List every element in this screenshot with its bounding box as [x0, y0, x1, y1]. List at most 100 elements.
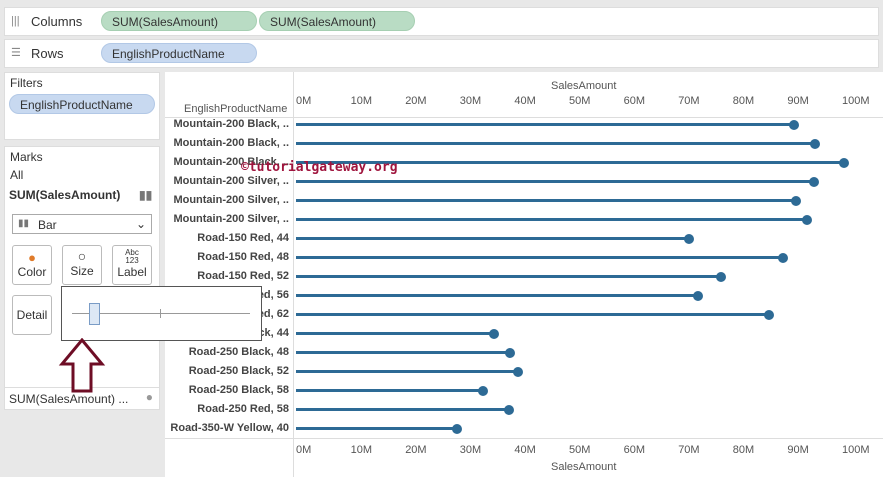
columns-pill-1[interactable]: SUM(SalesAmount) [101, 11, 257, 31]
lollipop-dot[interactable] [802, 214, 813, 225]
columns-shelf[interactable]: ||| Columns SUM(SalesAmount) SUM(SalesAm… [4, 7, 879, 36]
x-tick-top: 30M [459, 95, 482, 107]
x-tick-bottom: 50M [569, 444, 591, 456]
marks-all-tab[interactable]: All [10, 168, 23, 182]
color-icon: ● [28, 250, 36, 265]
filter-pill[interactable]: EnglishProductName [9, 94, 155, 114]
lollipop-dot[interactable] [692, 290, 703, 301]
lollipop-stem[interactable] [296, 408, 509, 411]
arrow-up-icon [58, 338, 106, 393]
rows-shelf[interactable]: ☰ Rows EnglishProductName [4, 39, 879, 68]
x-tick-bottom: 30M [459, 444, 482, 456]
x-tick-top: 70M [678, 95, 700, 107]
detail-label: Detail [16, 308, 48, 322]
lollipop-stem[interactable] [296, 313, 769, 316]
lollipop-dot[interactable] [839, 157, 850, 168]
label-label: Label [117, 265, 147, 279]
lollipop-stem[interactable] [296, 427, 458, 430]
marks-title: Marks [10, 150, 43, 164]
slider-mid-tick [160, 309, 161, 318]
lollipop-dot[interactable] [763, 309, 774, 320]
lollipop-dot[interactable] [791, 195, 802, 206]
lollipop-dot[interactable] [778, 252, 789, 263]
size-circles-icon: ● [145, 390, 153, 404]
row-header: EnglishProductName [184, 103, 288, 115]
lollipop-stem[interactable] [296, 351, 511, 354]
x-tick-bottom: 20M [405, 444, 427, 456]
color-label: Color [17, 265, 47, 279]
chart-area: SalesAmount SalesAmount EnglishProductNa… [165, 72, 883, 477]
filters-card: Filters EnglishProductName [4, 72, 160, 140]
x-tick-bottom: 60M [623, 444, 645, 456]
row-label: Road-250 Black, 58 [188, 384, 289, 396]
columns-pill-2[interactable]: SUM(SalesAmount) [259, 11, 415, 31]
x-tick-top: 80M [732, 95, 755, 107]
x-tick-bottom: 90M [787, 444, 809, 456]
x-tick-top: 20M [405, 95, 427, 107]
x-tick-top: 0M [296, 95, 312, 107]
size-slider-popup [61, 286, 262, 341]
row-label: Road-150 Red, 52 [197, 270, 289, 282]
lollipop-stem[interactable] [296, 180, 815, 183]
lollipop-stem[interactable] [296, 389, 483, 392]
lollipop-dot[interactable] [684, 233, 695, 244]
row-label: Road-350-W Yellow, 40 [170, 422, 289, 434]
lollipop-stem[interactable] [296, 332, 495, 335]
x-tick-bottom: 80M [732, 444, 755, 456]
lollipop-stem[interactable] [296, 294, 698, 297]
size-button[interactable]: ○ Size [62, 245, 102, 285]
lollipop-dot[interactable] [477, 385, 488, 396]
x-tick-bottom: 10M [350, 444, 372, 456]
lollipop-dot[interactable] [489, 328, 500, 339]
rows-label: Rows [31, 46, 64, 61]
mark-type-select[interactable]: ▮▮ Bar ⌄ [12, 214, 152, 234]
size-label: Size [70, 264, 94, 278]
row-label: Mountain-200 Silver, .. [173, 194, 289, 206]
row-label: Road-150 Red, 48 [197, 251, 289, 263]
rows-pill[interactable]: EnglishProductName [101, 43, 257, 63]
label-button[interactable]: Abc 123 Label [112, 245, 152, 285]
x-tick-top: 90M [787, 95, 809, 107]
color-button[interactable]: ● Color [12, 245, 52, 285]
marks-footer-label: SUM(SalesAmount) ... [9, 392, 129, 406]
columns-label: Columns [31, 14, 83, 29]
lollipop-stem[interactable] [296, 275, 721, 278]
lollipop-dot[interactable] [809, 176, 820, 187]
detail-button[interactable]: Detail [12, 295, 52, 335]
marks-measure-tab[interactable]: SUM(SalesAmount) [9, 188, 120, 202]
lollipop-stem[interactable] [296, 199, 797, 202]
row-label: Road-250 Black, 52 [188, 365, 289, 377]
lollipop-stem[interactable] [296, 218, 808, 221]
lollipop-stem[interactable] [296, 237, 690, 240]
bar-icon: ▮▮ [18, 218, 30, 229]
chevron-down-icon: ⌄ [135, 217, 146, 231]
row-label: Road-250 Black, 48 [188, 346, 289, 358]
x-axis-title-bottom: SalesAmount [551, 461, 617, 473]
lollipop-dot[interactable] [810, 138, 821, 149]
x-axis-title-top: SalesAmount [551, 80, 617, 92]
slider-thumb[interactable] [89, 303, 101, 325]
x-tick-top: 40M [514, 95, 536, 107]
lollipop-dot[interactable] [788, 119, 799, 130]
x-tick-bottom: 100M [842, 444, 870, 456]
lollipop-dot[interactable] [715, 271, 726, 282]
lollipop-dot[interactable] [505, 347, 516, 358]
filters-title: Filters [10, 76, 43, 90]
lollipop-stem[interactable] [296, 142, 816, 145]
label-icon: Abc 123 [125, 248, 139, 265]
lollipop-stem[interactable] [296, 370, 519, 373]
lollipop-dot[interactable] [452, 423, 463, 434]
row-label: Mountain-200 Black, .. [173, 118, 289, 130]
lollipop-dot[interactable] [513, 366, 524, 377]
size-icon: ○ [77, 248, 87, 264]
lollipop-stem[interactable] [296, 123, 794, 126]
x-tick-top: 50M [569, 95, 591, 107]
row-label: Mountain-200 Silver, .. [173, 175, 289, 187]
x-tick-top: 10M [350, 95, 372, 107]
x-tick-bottom: 40M [514, 444, 536, 456]
lollipop-dot[interactable] [503, 404, 514, 415]
lollipop-stem[interactable] [296, 256, 784, 259]
x-tick-bottom: 0M [296, 444, 312, 456]
bar-chart-icon: ▮▮ [139, 188, 153, 202]
row-label: Road-150 Red, 44 [197, 232, 289, 244]
